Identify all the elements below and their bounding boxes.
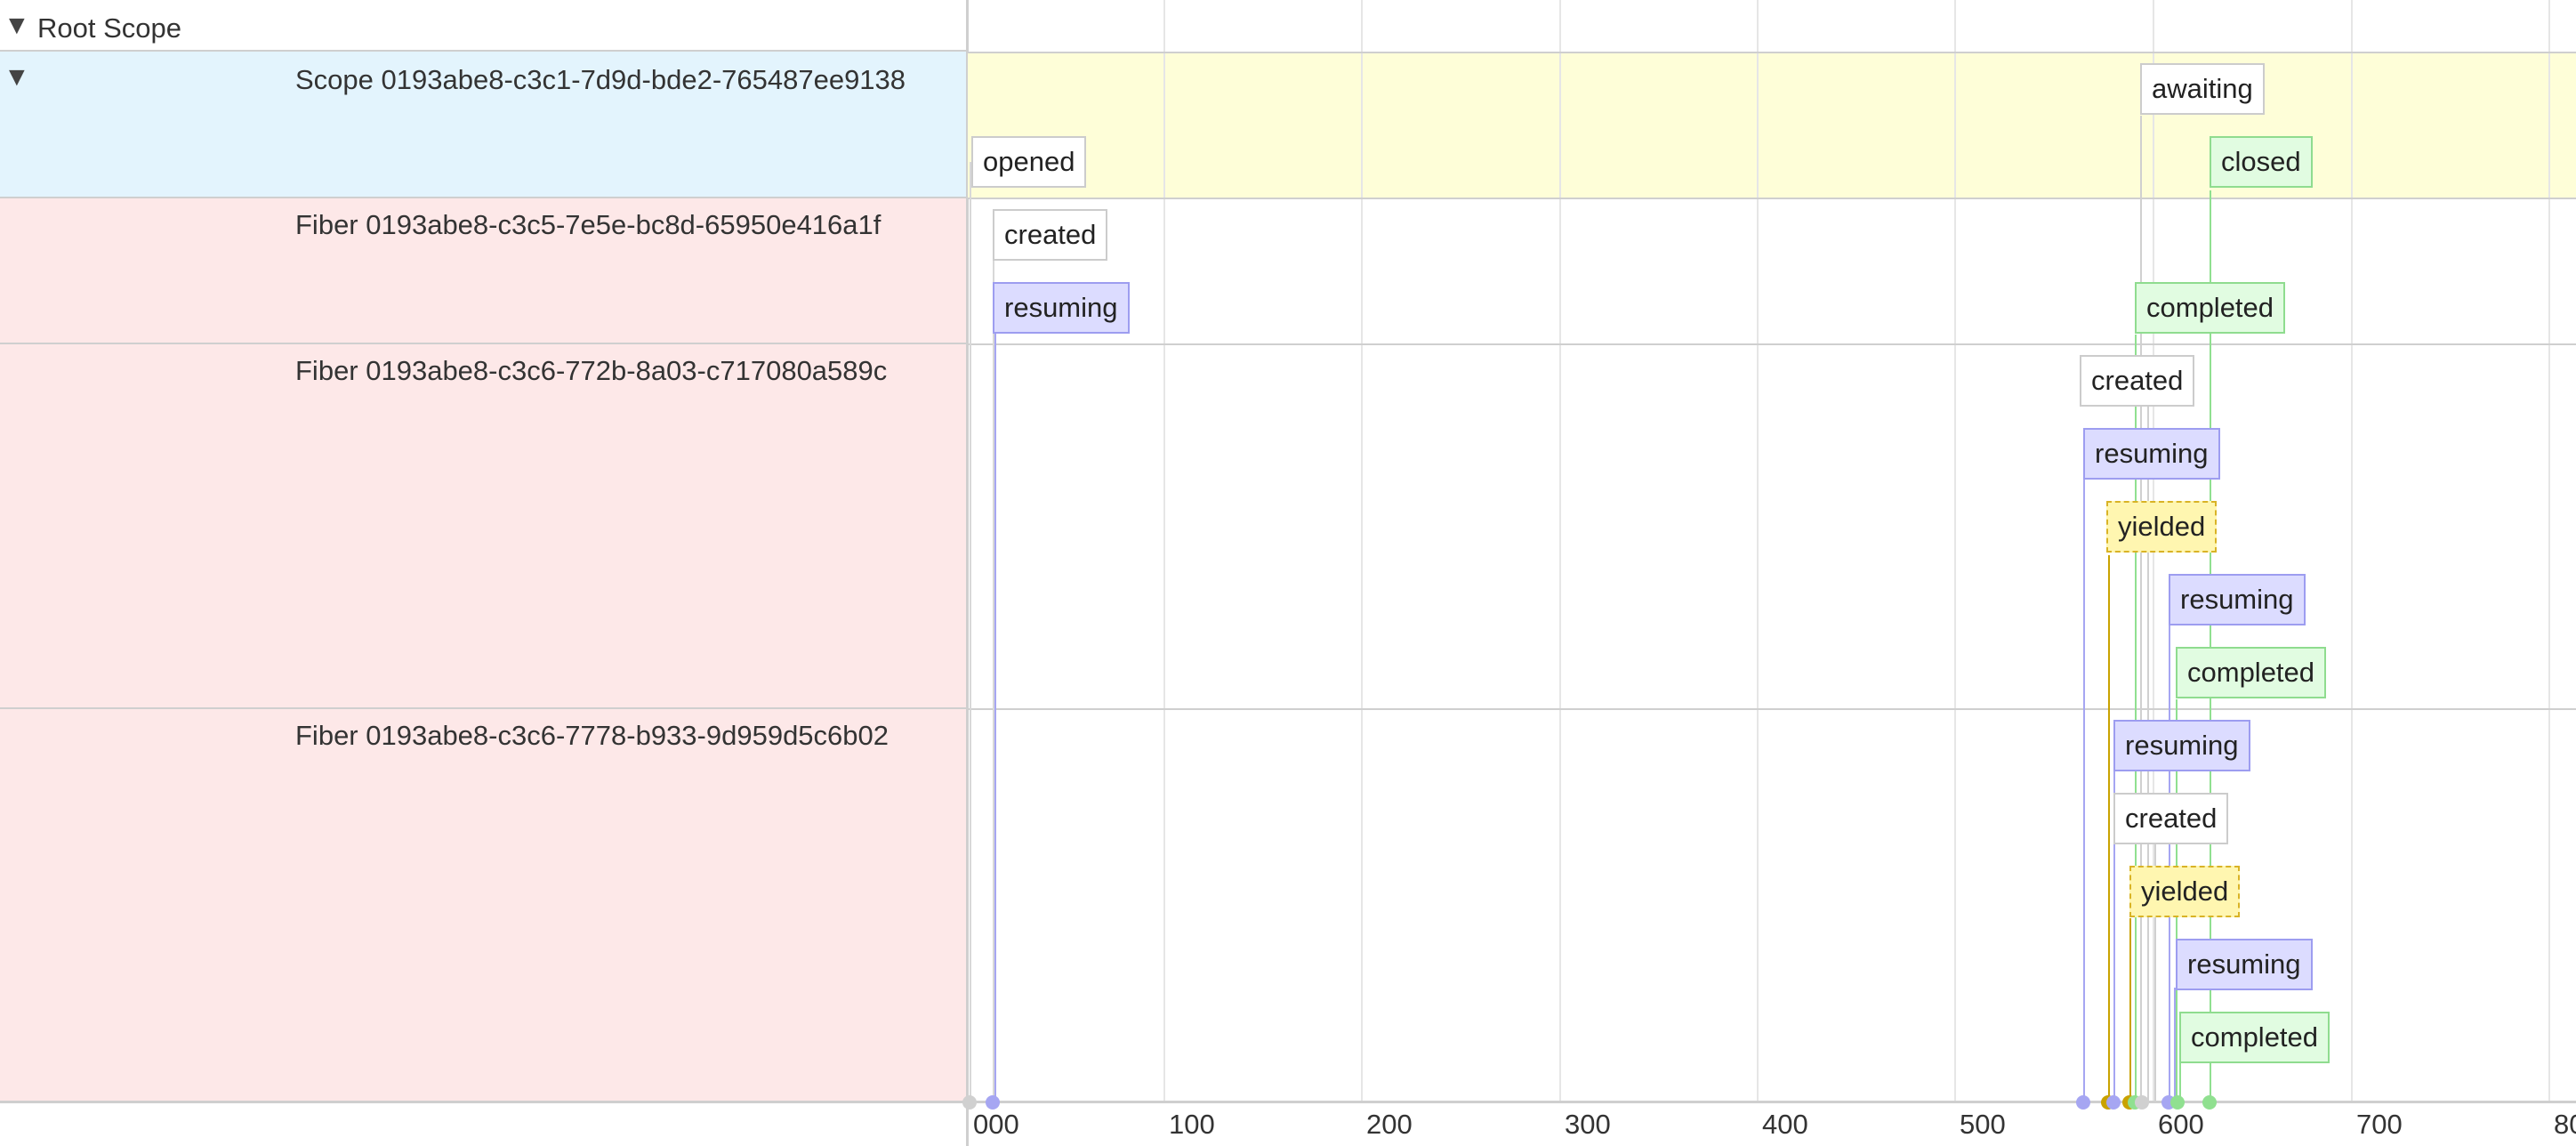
event-fiber3-resuming[interactable]: resuming: [2113, 720, 2250, 771]
grid-line: [1954, 0, 1956, 1101]
event-connector: [2083, 479, 2085, 1102]
axis-tick-label: 80: [2554, 1109, 2576, 1140]
root-scope-label: Root Scope: [37, 12, 181, 44]
axis-tick-label: 400: [1762, 1109, 1808, 1140]
axis-tick-label: 600: [2158, 1109, 2204, 1140]
event-fiber1-created[interactable]: created: [993, 209, 1108, 261]
event-fiber3-completed[interactable]: completed: [2179, 1012, 2330, 1063]
lane-separator: [968, 708, 2576, 710]
scope-label: Scope 0193abe8-c3c1-7d9d-bde2-765487ee91…: [295, 64, 906, 95]
lane-separator: [968, 198, 2576, 199]
fiber-label-3: Fiber 0193abe8-c3c6-7778-b933-9d959d5c6b…: [295, 720, 890, 751]
axis-spacer: [0, 1101, 966, 1146]
collapse-caret-icon[interactable]: ▼: [4, 12, 30, 39]
scope-row[interactable]: ▼ Scope 0193abe8-c3c1-7d9d-bde2-765487ee…: [0, 52, 966, 198]
event-connector: [2140, 116, 2142, 1102]
fiber-row-1[interactable]: Fiber 0193abe8-c3c5-7e5e-bc8d-65950e416a…: [0, 198, 966, 344]
axis-tick-label: 000: [973, 1109, 1019, 1140]
axis-tick-label: 200: [1366, 1109, 1413, 1140]
fiber-row-2[interactable]: Fiber 0193abe8-c3c6-772b-8a03-c717080a58…: [0, 344, 966, 709]
lane-separator: [968, 343, 2576, 345]
event-fiber2-resuming-2[interactable]: resuming: [2169, 574, 2306, 625]
event-connector: [970, 162, 971, 1102]
event-fiber1-completed[interactable]: completed: [2135, 282, 2286, 334]
fiber-label-2: Fiber 0193abe8-c3c6-772b-8a03-c717080a58…: [295, 355, 888, 386]
axis-marker: [2106, 1095, 2121, 1110]
axis-tick-label: 100: [1169, 1109, 1215, 1140]
event-fiber1-resuming[interactable]: resuming: [993, 282, 1130, 334]
event-fiber2-completed[interactable]: completed: [2176, 647, 2327, 698]
axis-tick-label: 300: [1565, 1109, 1611, 1140]
grid-line: [1757, 0, 1759, 1101]
axis-tick-label: 700: [2356, 1109, 2403, 1140]
event-fiber3-yielded[interactable]: yielded: [2129, 866, 2241, 917]
grid-line: [1559, 0, 1561, 1101]
event-fiber2-resuming[interactable]: resuming: [2083, 428, 2220, 480]
scope-lane: [968, 52, 2576, 198]
event-connector: [2169, 625, 2170, 1102]
event-connector: [994, 329, 996, 1102]
grid-line: [2351, 0, 2353, 1101]
event-scope-opened[interactable]: opened: [971, 136, 1087, 188]
axis-marker: [986, 1095, 1000, 1110]
event-connector: [2108, 555, 2110, 1102]
grid-line: [1163, 0, 1165, 1101]
event-fiber3-created[interactable]: created: [2113, 793, 2229, 844]
event-scope-closed[interactable]: closed: [2210, 136, 2313, 188]
grid-line: [2548, 0, 2550, 1101]
grid-line: [1361, 0, 1363, 1101]
axis-marker: [2076, 1095, 2090, 1110]
axis-marker: [2135, 1095, 2149, 1110]
event-fiber3-resuming-2[interactable]: resuming: [2176, 939, 2313, 990]
fiber-label-1: Fiber 0193abe8-c3c5-7e5e-bc8d-65950e416a…: [295, 209, 881, 240]
event-connector: [2129, 918, 2131, 1102]
root-scope-row[interactable]: ▼ Root Scope: [0, 0, 966, 52]
event-fiber2-created[interactable]: created: [2080, 355, 2195, 407]
lane-separator: [968, 52, 2576, 53]
axis-marker: [2170, 1095, 2185, 1110]
scope-collapse-caret-icon[interactable]: ▼: [4, 64, 30, 91]
fiber-row-3[interactable]: Fiber 0193abe8-c3c6-7778-b933-9d959d5c6b…: [0, 709, 966, 1101]
event-scope-awaiting[interactable]: awaiting: [2140, 63, 2265, 115]
event-fiber2-yielded[interactable]: yielded: [2106, 501, 2218, 553]
time-axis: [966, 1101, 2576, 1103]
axis-tick-label: 500: [1960, 1109, 2006, 1140]
axis-marker: [2202, 1095, 2217, 1110]
axis-marker: [962, 1095, 977, 1110]
